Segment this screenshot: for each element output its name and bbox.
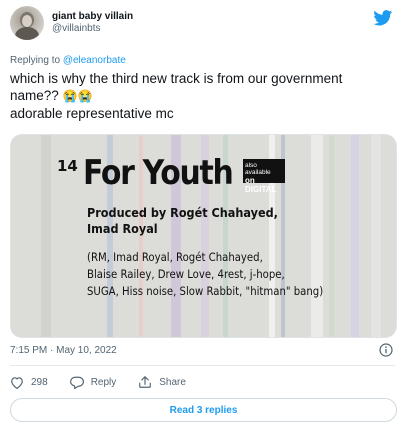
- badge-line-2: on DIGITAL: [245, 176, 277, 194]
- reply-button[interactable]: Reply: [69, 376, 117, 389]
- tweet-header: giant baby villain @villainbts: [10, 6, 133, 40]
- read-replies-button[interactable]: Read 3 replies: [10, 398, 397, 422]
- credit-line: SUGA, Hiss noise, Slow Rabbit, "hitman" …: [87, 284, 324, 298]
- crying-emoji-icon: 😭😭: [62, 89, 93, 103]
- track-title: For Youth: [83, 153, 234, 193]
- tweet-text: which is why the third new track is from…: [10, 70, 395, 122]
- like-count: 298: [31, 376, 48, 388]
- tweet-line-1: which is why the third new track is from…: [10, 71, 343, 86]
- reply-label: Reply: [90, 376, 117, 388]
- producer-line: Produced by Rogét Chahayed,: [87, 205, 278, 220]
- avatar[interactable]: [10, 6, 44, 40]
- credit-line: Blaise Railey, Drew Love, 4rest, j-hope,: [87, 267, 285, 281]
- handle[interactable]: @villainbts: [52, 23, 133, 36]
- tweet-line-2-text: name??: [10, 88, 63, 103]
- share-label: Share: [159, 376, 186, 388]
- credit-line: (RM, Imad Royal, Rogét Chahayed,: [87, 250, 263, 264]
- like-button[interactable]: 298: [10, 376, 48, 389]
- divider: [10, 365, 395, 366]
- digital-badge: also available on DIGITAL: [243, 159, 285, 194]
- tweet-card: giant baby villain @villainbts Replying …: [0, 0, 405, 423]
- producer-line: Imad Royal: [87, 221, 158, 236]
- tweet-timestamp[interactable]: 7:15 PM · May 10, 2022: [10, 345, 117, 356]
- twitter-bird-icon[interactable]: [373, 10, 393, 26]
- badge-line-1: also available: [245, 162, 271, 176]
- display-name[interactable]: giant baby villain: [52, 11, 133, 24]
- tweet-media-image[interactable]: 14 For Youth also available on DIGITAL P…: [10, 134, 397, 338]
- share-button[interactable]: Share: [138, 375, 186, 389]
- tweet-line-3: adorable representative mc: [10, 106, 174, 121]
- writer-credits: (RM, Imad Royal, Rogét Chahayed, Blaise …: [87, 249, 323, 300]
- reply-prefix: Replying to: [10, 55, 63, 66]
- author-names: giant baby villain @villainbts: [52, 11, 133, 36]
- tweet-line-2: name?? 😭😭: [10, 87, 395, 105]
- share-icon: [139, 376, 152, 388]
- reply-bubble-icon: [69, 376, 84, 389]
- reply-context: Replying to @eleanorbate: [10, 55, 126, 66]
- tweet-actions: 298 Reply Share: [10, 375, 208, 389]
- heart-icon: [11, 376, 23, 389]
- track-number: 14: [57, 157, 78, 175]
- reply-mention-link[interactable]: @eleanorbate: [63, 55, 126, 66]
- producer-credits: Produced by Rogét Chahayed, Imad Royal: [87, 205, 278, 237]
- info-icon[interactable]: [379, 343, 393, 357]
